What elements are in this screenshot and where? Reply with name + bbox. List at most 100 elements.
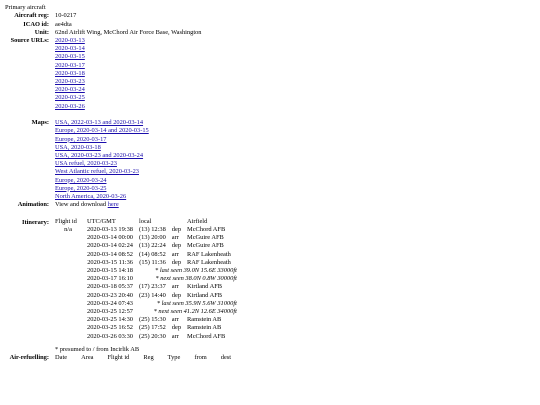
itinerary-utc: 2020-03-25 12:57 — [87, 308, 133, 316]
itinerary-row: 2020-03-15 14:18 * last seen 39.0N 15.6E … — [55, 267, 237, 275]
animation-label: Animation: — [17, 201, 49, 209]
itinerary-local: (13) 22:24 — [138, 242, 166, 250]
source-urls-label: Source URLs: — [10, 37, 49, 44]
itinerary-utc: 2020-03-14 00:00 — [87, 234, 133, 242]
source-urls-list: 2020-03-13 2020-03-14 2020-03-15 2020-03… — [55, 37, 245, 111]
itinerary-row: 2020-03-14 00:00 (13) 20:00 arr McGuire AFB — [55, 234, 237, 242]
itinerary-note: * next seen 41.2N 12.6E 34000ft — [153, 308, 237, 316]
itinerary-airfield: McGuire AFB — [187, 234, 224, 242]
itinerary-utc: 2020-03-14 02:24 — [87, 242, 133, 250]
source-url-link[interactable]: 2020-03-18 — [55, 70, 245, 78]
icao-value: ae4dta — [55, 20, 72, 28]
itinerary-local: (25) 20:30 — [138, 332, 166, 340]
itinerary-row: 2020-03-17 16:10 * next seen 38.0N 0.8W 3… — [55, 275, 237, 283]
itinerary-flight-id — [55, 316, 87, 324]
map-link[interactable]: USA refuel, 2020-03-23 — [55, 160, 245, 168]
map-link[interactable]: Europe, 2020-03-25 — [55, 185, 245, 193]
unit-value: 62nd Airlift Wing, McChord Air Force Bas… — [55, 28, 202, 36]
itinerary-rows: n/a 2020-03-13 19:38 (13) 12:38 dep McChord … — [55, 226, 237, 341]
aircraft-info-table: Aircraft reg: 10-0217 ICAO id: ae4dta Un… — [5, 12, 245, 362]
maps-list: USA, 2022-03-13 and 2020-03-14 Europe, 2… — [55, 119, 245, 201]
itinerary-note: * last seen 39.0N 15.6E 33000ft — [155, 267, 237, 275]
source-url-link[interactable]: 2020-03-23 — [55, 78, 245, 86]
itinerary-flight-id — [55, 292, 87, 300]
source-url-link[interactable]: 2020-03-15 — [55, 53, 245, 61]
air-refuelling-label: Air-refuelling: — [9, 354, 49, 362]
reg-value: 10-0217 — [55, 12, 77, 20]
itinerary-row: 2020-03-15 11:36 (15) 11:36 dep RAF Lakenhe… — [55, 259, 237, 267]
map-link[interactable]: USA, 2020-03-18 — [55, 144, 245, 152]
ar-header-from: from — [194, 354, 207, 362]
itinerary-flight-id — [55, 308, 87, 316]
itinerary-row: 2020-03-14 02:24 (13) 22:24 dep McGuire AFB — [55, 242, 237, 250]
itinerary-utc: 2020-03-25 14:30 — [87, 316, 133, 324]
itinerary-flight-id — [55, 242, 87, 250]
ar-header-flight-id: Flight id — [107, 354, 130, 362]
animation-text: View and download — [55, 201, 108, 209]
itinerary-airfield: RAF Lakenheath — [187, 250, 231, 258]
itinerary-header-local: local — [138, 217, 152, 225]
itinerary-utc: 2020-03-17 16:10 — [87, 275, 133, 283]
page: Primary aircraft Aircraft reg: 10-0217 I… — [0, 0, 540, 405]
unit-label: Unit: — [34, 28, 49, 36]
itinerary-row: 2020-03-26 03:30 (25) 20:30 arr McChord AFB — [55, 333, 237, 341]
itinerary-local: (17) 23:37 — [138, 283, 166, 291]
itinerary-row: 2020-03-25 16:52 (25) 17:52 dep Ramstein AB — [55, 324, 237, 332]
ar-header-reg: Reg — [143, 354, 154, 362]
itinerary-dir: arr — [171, 316, 179, 324]
itinerary-local: (25) 15:30 — [138, 316, 166, 324]
itinerary-utc: 2020-03-18 05:37 — [87, 283, 133, 291]
itinerary-row: 2020-03-25 12:57 * next seen 41.2N 12.6E … — [55, 308, 237, 316]
itinerary-dir: dep — [171, 324, 182, 332]
itinerary-row: 2020-03-14 08:52 (14) 08:52 arr RAF Lakenhe… — [55, 251, 237, 259]
itinerary-utc: 2020-03-24 07:43 — [87, 299, 133, 307]
itinerary-local: (23) 14:40 — [138, 291, 166, 299]
itinerary-header-flight-id: Flight id — [55, 217, 77, 225]
source-url-link[interactable]: 2020-03-26 — [55, 103, 245, 111]
map-link[interactable]: USA, 2020-03-23 and 2020-03-24 — [55, 152, 245, 160]
map-link[interactable]: Europe, 2020-03-14 and 2020-03-15 — [55, 127, 245, 135]
itinerary-note: * next seen 38.0N 0.8W 30000ft — [155, 275, 237, 283]
itinerary-flight-id — [55, 324, 87, 332]
itinerary-table: Flight id UTC/GMT local Airfield n/a 2020… — [55, 218, 237, 341]
itinerary-airfield: McGuire AFB — [187, 242, 224, 250]
ar-header-type: Type — [167, 354, 181, 362]
icao-label: ICAO id: — [23, 20, 49, 28]
map-link[interactable]: USA, 2022-03-13 and 2020-03-14 — [55, 119, 245, 127]
source-url-link[interactable]: 2020-03-13 — [55, 37, 245, 45]
map-link[interactable]: West Atlantic refuel, 2020-03-23 — [55, 168, 245, 176]
air-refuelling-table: Date Area Flight id Reg Type from dest — [55, 354, 245, 362]
itinerary-header-utc: UTC/GMT — [87, 217, 116, 225]
source-url-link[interactable]: 2020-03-14 — [55, 45, 245, 53]
map-link[interactable]: Europe, 2020-03-17 — [55, 136, 245, 144]
itinerary-utc: 2020-03-15 14:18 — [87, 267, 133, 275]
itinerary-local: (25) 17:52 — [138, 324, 166, 332]
air-refuelling-cell: Date Area Flight id Reg Type from dest — [55, 354, 245, 362]
map-link[interactable]: North America, 2020-03-26 — [55, 193, 245, 201]
itinerary-row: n/a 2020-03-13 19:38 (13) 12:38 dep McChord … — [55, 226, 237, 234]
itinerary-local: (15) 11:36 — [139, 258, 166, 266]
source-url-link[interactable]: 2020-03-25 — [55, 94, 245, 102]
reg-label: Aircraft reg: — [14, 12, 49, 20]
itinerary-airfield: Kirtland AFB — [187, 283, 223, 291]
itinerary-flight-id — [55, 333, 87, 341]
source-url-link[interactable]: 2020-03-24 — [55, 86, 245, 94]
itinerary-row: 2020-03-23 20:40 (23) 14:40 dep Kirtland AF… — [55, 292, 237, 300]
itinerary-dir: dep — [171, 226, 182, 234]
animation-download-link[interactable]: here — [108, 201, 119, 208]
itinerary-airfield: RAF Lakenheath — [187, 258, 231, 266]
itinerary-dir: dep — [171, 242, 182, 250]
source-url-link[interactable]: 2020-03-17 — [55, 62, 245, 70]
itinerary-flight-id: n/a — [64, 226, 72, 234]
itinerary-airfield: Kirtland AFB — [187, 291, 223, 299]
itinerary-dir: arr — [171, 250, 179, 258]
map-link[interactable]: Europe, 2020-03-24 — [55, 177, 245, 185]
itinerary-dir: arr — [171, 234, 179, 242]
itinerary-utc: 2020-03-15 11:36 — [87, 258, 133, 266]
itinerary-local: (14) 08:52 — [138, 250, 166, 258]
animation-value: View and download here — [55, 201, 245, 209]
itinerary-cell: Flight id UTC/GMT local Airfield n/a 2020… — [55, 218, 245, 354]
maps-label: Maps: — [31, 119, 49, 127]
itinerary-airfield: McChord AFB — [187, 226, 226, 234]
itinerary-flight-id — [55, 300, 87, 308]
